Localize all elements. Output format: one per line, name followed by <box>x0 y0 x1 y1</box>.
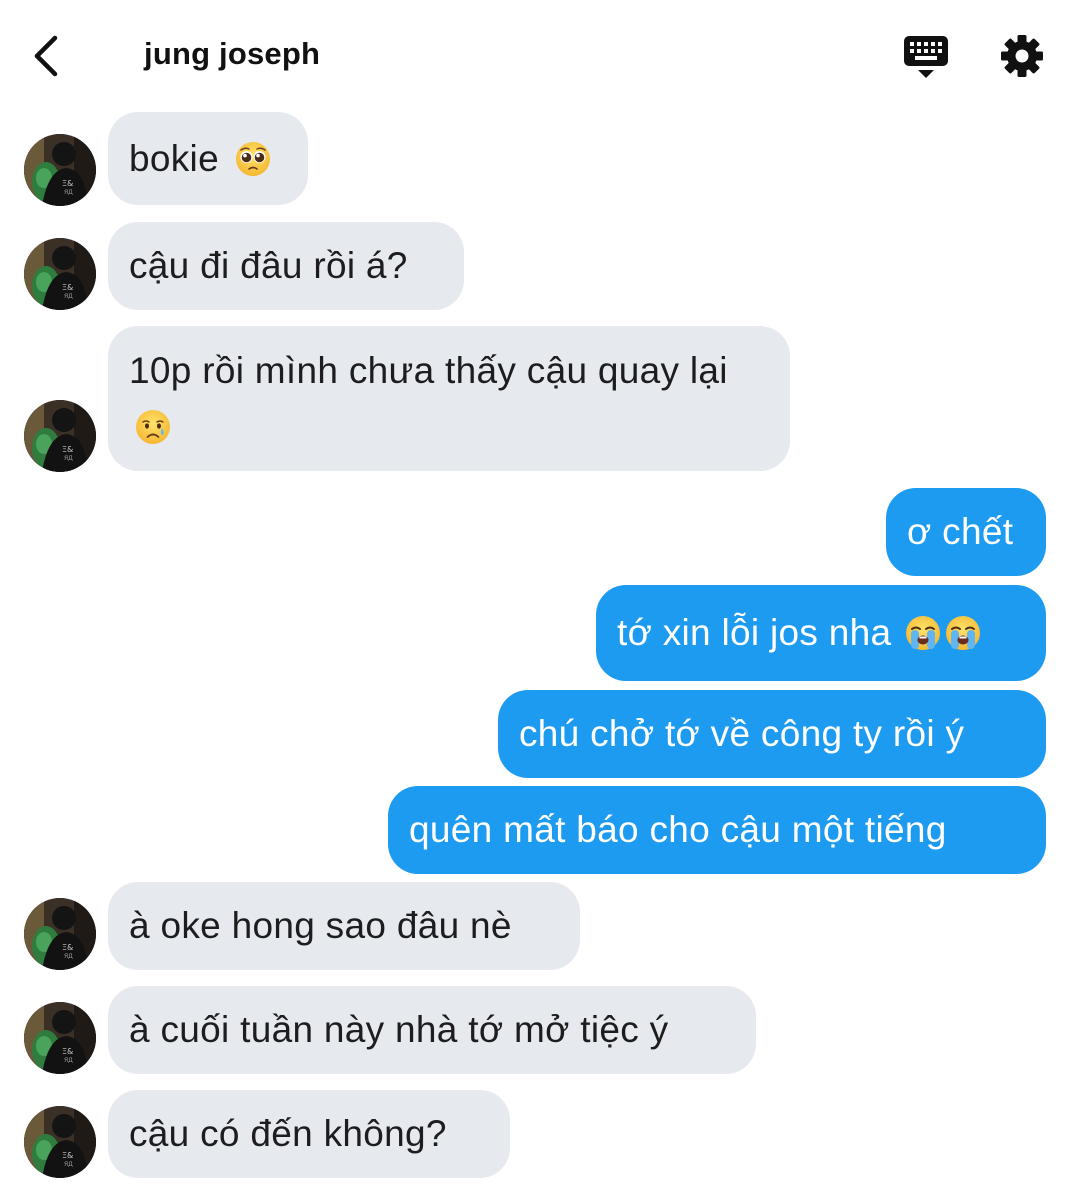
message-bubble-outgoing[interactable]: quên mất báo cho cậu một tiếng <box>388 786 1046 874</box>
chevron-left-icon <box>34 35 58 77</box>
message-text: à oke hong sao đâu nè <box>129 905 512 946</box>
avatar[interactable] <box>24 134 96 206</box>
message-text: quên mất báo cho cậu một tiếng <box>409 809 947 850</box>
avatar[interactable] <box>24 1002 96 1074</box>
settings-button[interactable] <box>998 32 1046 80</box>
message-text: 10p rồi mình chưa thấy cậu quay lại <box>129 350 728 391</box>
crying-face-emoji <box>135 409 171 445</box>
message-text: cậu có đến không? <box>129 1113 447 1154</box>
message-bubble-outgoing[interactable]: tớ xin lỗi jos nha <box>596 585 1046 681</box>
message-text: tớ xin lỗi jos nha <box>617 612 892 653</box>
message-bubble-incoming[interactable]: à cuối tuần này nhà tớ mở tiệc ý <box>108 986 756 1074</box>
profile-photo <box>24 898 96 970</box>
message-bubble-incoming[interactable]: 10p rồi mình chưa thấy cậu quay lại <box>108 326 790 471</box>
message-bubble-incoming[interactable]: à oke hong sao đâu nè <box>108 882 580 970</box>
profile-photo <box>24 1106 96 1178</box>
avatar[interactable] <box>24 238 96 310</box>
pleading-face-emoji <box>235 141 271 177</box>
message-bubble-incoming[interactable]: cậu có đến không? <box>108 1090 510 1178</box>
message-bubble-outgoing[interactable]: chú chở tớ về công ty rồi ý <box>498 690 1046 778</box>
message-text: bokie <box>129 137 219 179</box>
message-text: ơ chết <box>907 511 1014 552</box>
keyboard-icon <box>904 36 948 78</box>
avatar[interactable] <box>24 1106 96 1178</box>
profile-photo <box>24 400 96 472</box>
message-bubble-outgoing[interactable]: ơ chết <box>886 488 1046 576</box>
message-text: à cuối tuần này nhà tớ mở tiệc ý <box>129 1009 669 1050</box>
message-text: chú chở tớ về công ty rồi ý <box>519 713 965 754</box>
profile-photo <box>24 134 96 206</box>
gear-icon <box>1001 35 1043 77</box>
back-button[interactable] <box>22 30 70 82</box>
conversation-title: jung joseph <box>144 36 321 71</box>
keyboard-button[interactable] <box>902 34 950 80</box>
loudly-crying-face-emoji <box>945 615 981 651</box>
message-bubble-incoming[interactable]: bokie <box>108 112 308 205</box>
message-text: cậu đi đâu rồi á? <box>129 245 408 286</box>
avatar[interactable] <box>24 400 96 472</box>
profile-photo <box>24 238 96 310</box>
message-bubble-incoming[interactable]: cậu đi đâu rồi á? <box>108 222 464 310</box>
loudly-crying-face-emoji <box>905 615 941 651</box>
chat-header: jung joseph <box>0 0 1070 110</box>
profile-photo <box>24 1002 96 1074</box>
avatar[interactable] <box>24 898 96 970</box>
